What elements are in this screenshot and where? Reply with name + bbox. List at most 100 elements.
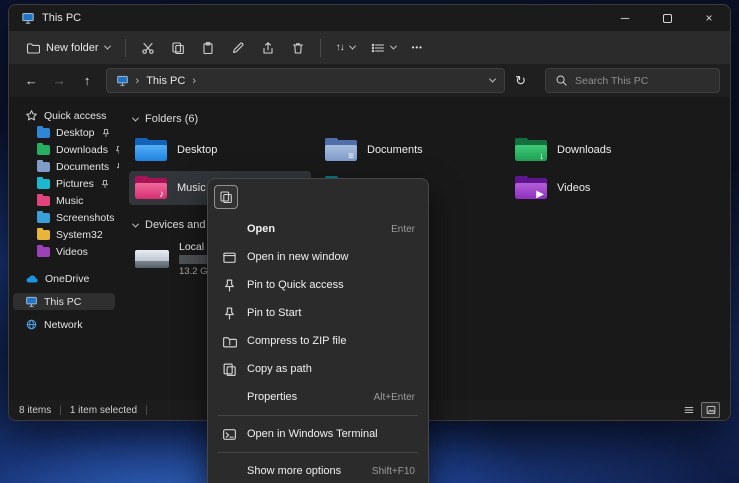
- status-divider: |: [59, 405, 62, 416]
- window-controls: ─ ×: [604, 5, 730, 31]
- search-box[interactable]: [545, 68, 720, 93]
- menu-item-properties[interactable]: Properties Alt+Enter: [212, 383, 424, 411]
- command-bar: New folder ↑↓ •••: [9, 31, 730, 64]
- downloads-folder-icon: [37, 145, 50, 155]
- sidebar-item-videos[interactable]: Videos: [13, 243, 115, 260]
- folder-tile-documents[interactable]: ≡ Documents: [319, 133, 501, 167]
- desktop-folder-icon: [135, 137, 167, 163]
- pin-icon: [221, 306, 237, 321]
- sidebar-item-system32[interactable]: System32: [13, 226, 115, 243]
- sidebar-item-onedrive[interactable]: OneDrive: [13, 270, 115, 287]
- sidebar-item-this-pc[interactable]: This PC: [13, 293, 115, 310]
- sidebar-item-label: Downloads: [56, 144, 108, 156]
- titlebar[interactable]: This PC ─ ×: [9, 5, 730, 31]
- this-pc-icon: [116, 74, 129, 87]
- sidebar-item-quick-access[interactable]: Quick access: [13, 107, 115, 124]
- copy-icon: [171, 41, 185, 55]
- sidebar-item-music[interactable]: Music: [13, 192, 115, 209]
- delete-icon: [291, 41, 305, 55]
- chevron-down-icon: [349, 43, 356, 50]
- forward-button[interactable]: →: [47, 68, 72, 93]
- folder-tile-videos[interactable]: ▶ Videos: [509, 171, 691, 205]
- this-pc-icon: [25, 295, 38, 308]
- folder-tile-downloads[interactable]: ↓ Downloads: [509, 133, 691, 167]
- back-button[interactable]: ←: [19, 68, 44, 93]
- videos-folder-icon: ▶: [515, 175, 547, 201]
- sort-icon: ↑↓: [336, 42, 344, 53]
- menu-item-open-in-new-window[interactable]: Open in new window: [212, 243, 424, 271]
- share-button[interactable]: [254, 35, 282, 61]
- window-title: This PC: [42, 12, 81, 24]
- details-view-button[interactable]: [679, 402, 698, 418]
- folders-group-header[interactable]: Folders (6): [133, 111, 730, 127]
- toolbar-divider: [125, 39, 126, 57]
- breadcrumb-chevron-icon[interactable]: ›: [192, 75, 196, 87]
- cut-icon: [141, 41, 155, 55]
- sidebar-item-label: System32: [56, 229, 103, 241]
- view-button[interactable]: [364, 35, 403, 61]
- menu-item-pin-to-start[interactable]: Pin to Start: [212, 299, 424, 327]
- sort-button[interactable]: ↑↓: [329, 35, 362, 61]
- pin-icon: [101, 128, 111, 138]
- sidebar-item-label: Documents: [56, 161, 109, 173]
- documents-folder-icon: [37, 162, 50, 172]
- view-toggle-group: [679, 402, 720, 418]
- zip-folder-icon: [221, 334, 237, 349]
- navigation-bar: ← → ↑ › This PC › ↻: [9, 64, 730, 97]
- paste-button[interactable]: [194, 35, 222, 61]
- sidebar-item-screenshots[interactable]: Screenshots: [13, 209, 115, 226]
- address-dropdown-icon[interactable]: [489, 76, 496, 83]
- delete-button[interactable]: [284, 35, 312, 61]
- menu-item-open[interactable]: Open Enter: [212, 215, 424, 243]
- copy-button[interactable]: [214, 185, 238, 209]
- this-pc-icon: [21, 11, 35, 25]
- sidebar-item-label: Videos: [56, 246, 88, 258]
- menu-item-open-in-windows-terminal[interactable]: Open in Windows Terminal: [212, 420, 424, 448]
- rename-button[interactable]: [224, 35, 252, 61]
- sidebar-item-label: OneDrive: [45, 273, 89, 285]
- sidebar-item-desktop[interactable]: Desktop: [13, 124, 115, 141]
- search-input[interactable]: [575, 75, 710, 87]
- music-folder-icon: [37, 196, 50, 206]
- context-menu: Open Enter Open in new window Pin to Qui…: [207, 178, 429, 483]
- window-title-group: This PC: [9, 11, 81, 25]
- up-button[interactable]: ↑: [75, 68, 100, 93]
- up-icon: ↑: [84, 73, 91, 88]
- thumbnail-view-button[interactable]: [701, 402, 720, 418]
- sidebar-item-label: Screenshots: [56, 212, 114, 224]
- thumbnail-view-icon: [705, 404, 717, 416]
- menu-item-copy-as-path[interactable]: Copy as path: [212, 355, 424, 383]
- desktop-folder-icon: [37, 128, 50, 138]
- sidebar-item-pictures[interactable]: Pictures: [13, 175, 115, 192]
- refresh-icon: ↻: [515, 73, 526, 89]
- new-folder-button[interactable]: New folder: [19, 35, 117, 61]
- more-options-button[interactable]: •••: [405, 35, 430, 61]
- menu-item-pin-to-quick-access[interactable]: Pin to Quick access: [212, 271, 424, 299]
- selection-count: 1 item selected: [70, 405, 137, 416]
- maximize-icon: [663, 14, 672, 23]
- sidebar-item-label: This PC: [44, 296, 81, 308]
- item-count: 8 items: [19, 405, 51, 416]
- folder-tile-desktop[interactable]: Desktop: [129, 133, 311, 167]
- menu-divider: [218, 415, 418, 416]
- refresh-button[interactable]: ↻: [508, 68, 533, 93]
- sidebar-item-documents[interactable]: Documents: [13, 158, 115, 175]
- navigation-pane: Quick access Desktop Downloads Documents…: [9, 97, 119, 400]
- chevron-down-icon: [390, 43, 397, 50]
- status-divider: |: [145, 405, 148, 416]
- close-button[interactable]: ×: [688, 5, 730, 31]
- minimize-button[interactable]: ─: [604, 5, 646, 31]
- menu-item-compress-to-zip[interactable]: Compress to ZIP file: [212, 327, 424, 355]
- new-folder-icon: [26, 41, 40, 55]
- cut-button[interactable]: [134, 35, 162, 61]
- music-folder-icon: ♪: [135, 175, 167, 201]
- breadcrumb-location[interactable]: This PC: [146, 75, 185, 87]
- copy-button[interactable]: [164, 35, 192, 61]
- back-icon: ←: [25, 73, 38, 88]
- sidebar-item-downloads[interactable]: Downloads: [13, 141, 115, 158]
- maximize-button[interactable]: [646, 5, 688, 31]
- sidebar-item-network[interactable]: Network: [13, 316, 115, 333]
- address-bar[interactable]: › This PC ›: [106, 68, 506, 93]
- menu-item-show-more-options[interactable]: Show more options Shift+F10: [212, 457, 424, 483]
- hard-drive-icon: [135, 247, 169, 271]
